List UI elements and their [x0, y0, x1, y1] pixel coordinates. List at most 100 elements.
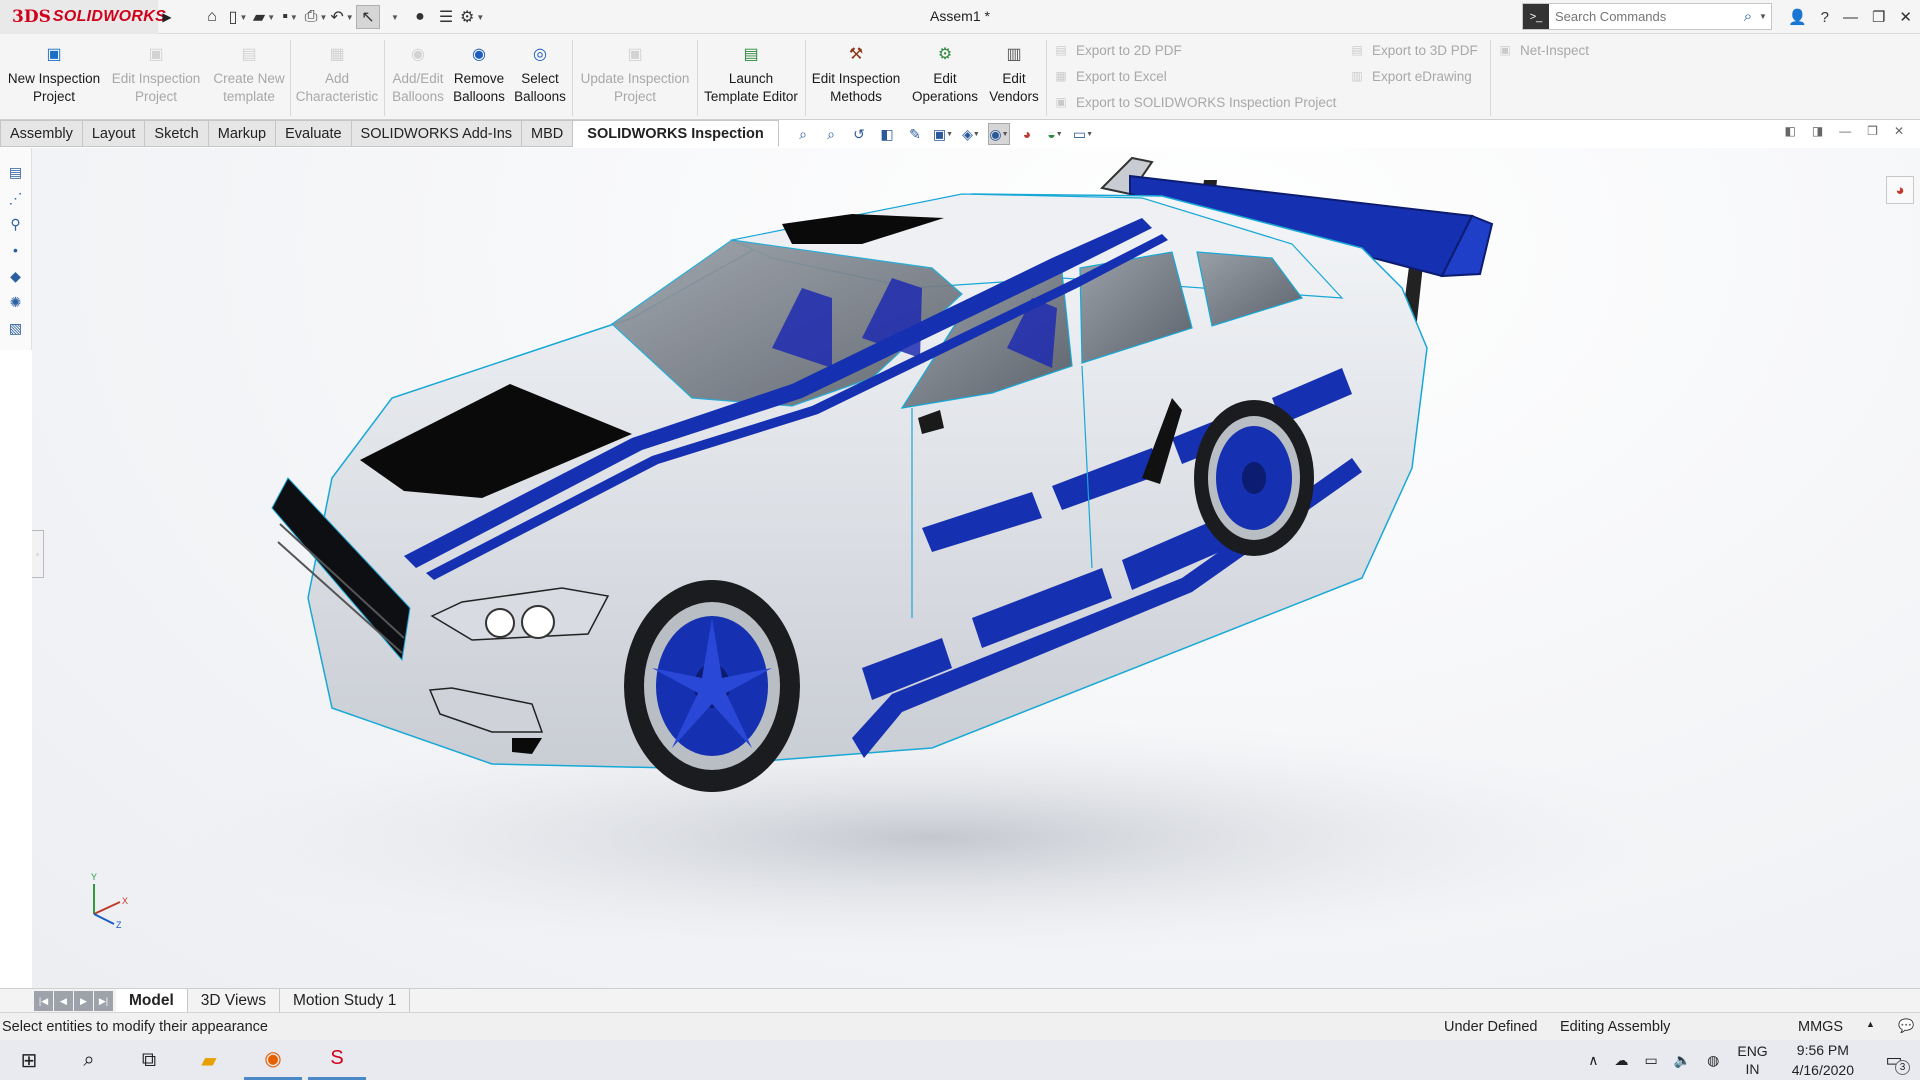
view-orientation-icon[interactable]: ▣ ▼	[932, 123, 954, 145]
add-characteristic-button[interactable]: ▦ Add Characteristic	[294, 38, 380, 116]
car-assembly-model[interactable]	[32, 148, 1920, 988]
tab-mbd[interactable]: MBD	[522, 120, 574, 147]
panel-collapse-handle[interactable]: ◦	[32, 530, 44, 578]
file-explorer-icon[interactable]: ▰	[180, 1040, 238, 1080]
first-tab-icon[interactable]: |◀	[34, 991, 53, 1011]
traffic-light-icon[interactable]: ●	[408, 5, 432, 29]
edit-inspection-project-button[interactable]: ▣ Edit Inspection Project	[108, 38, 204, 116]
select-pointer-icon[interactable]: ↖	[356, 5, 380, 29]
edit-vendors-button[interactable]: ▥ Edit Vendors	[984, 38, 1044, 116]
inspection-manager-icon[interactable]: ▧	[5, 318, 27, 338]
tab-motion-study[interactable]: Motion Study 1	[280, 989, 411, 1013]
search-commands-box[interactable]: >_ ⌕ ▼	[1522, 3, 1772, 30]
network-globe-icon[interactable]: ◍	[1699, 1052, 1727, 1069]
tab-assembly[interactable]: Assembly	[0, 120, 83, 147]
tab-evaluate[interactable]: Evaluate	[276, 120, 352, 147]
export-edrawing-button[interactable]: ▥ Export eDrawing	[1348, 65, 1471, 87]
new-inspection-project-button[interactable]: ▣ New Inspection Project	[4, 38, 104, 116]
add-edit-balloons-button[interactable]: ◉ Add/Edit Balloons	[388, 38, 448, 116]
tab-solidworks-addins[interactable]: SOLIDWORKS Add-Ins	[351, 120, 523, 147]
windows-start-icon[interactable]: ⊞	[0, 1040, 58, 1080]
menu-expand-arrow-icon[interactable]: ▶	[158, 0, 176, 34]
firefox-icon[interactable]: ◉	[244, 1040, 302, 1080]
unit-system[interactable]: MMGS	[1798, 1019, 1843, 1035]
tab-3d-views[interactable]: 3D Views	[188, 989, 280, 1013]
display-style-icon[interactable]: ◈ ▼	[960, 123, 982, 145]
battery-icon[interactable]: ▭	[1636, 1052, 1665, 1069]
export-3d-pdf-button[interactable]: ▤ Export to 3D PDF	[1348, 39, 1477, 61]
search-icon[interactable]: ⌕	[1737, 8, 1759, 25]
hide-show-items-icon[interactable]: ◉ ▼	[988, 123, 1010, 145]
tab-solidworks-inspection[interactable]: SOLIDWORKS Inspection	[573, 120, 779, 147]
close-icon[interactable]: ✕	[1899, 8, 1912, 26]
dimxpert-icon[interactable]: •	[5, 240, 27, 260]
dynamic-annotation-icon[interactable]: ✎	[904, 123, 926, 145]
tab-model[interactable]: Model	[116, 989, 188, 1013]
user-icon[interactable]: 👤	[1788, 8, 1807, 26]
viewport-close-icon[interactable]: ✕	[1894, 124, 1904, 138]
tab-layout[interactable]: Layout	[82, 120, 146, 147]
net-inspect-button[interactable]: ▣ Net-Inspect	[1496, 39, 1589, 61]
tile-right-icon[interactable]: ◨	[1812, 124, 1823, 138]
save-icon[interactable]: ▪ ▼	[278, 5, 302, 29]
front-wheel[interactable]	[624, 580, 800, 792]
remove-balloons-button[interactable]: ◉ Remove Balloons	[450, 38, 508, 116]
home-icon[interactable]: ⌂	[200, 5, 224, 29]
export-sw-inspection-button[interactable]: ▣ Export to SOLIDWORKS Inspection Projec…	[1052, 91, 1336, 113]
search-dropdown-icon[interactable]: ▼	[1759, 12, 1771, 21]
tray-expand-icon[interactable]: ∧	[1580, 1052, 1606, 1069]
taskbar-search-icon[interactable]: ⌕	[60, 1040, 118, 1080]
cam-manager-icon[interactable]: ✺	[5, 292, 27, 312]
tab-markup[interactable]: Markup	[208, 120, 277, 147]
previous-view-icon[interactable]: ↺	[848, 123, 870, 145]
tab-sketch[interactable]: Sketch	[145, 120, 209, 147]
view-settings-icon[interactable]: ▭ ▼	[1072, 123, 1094, 145]
edit-appearance-icon[interactable]: ◕	[1016, 123, 1038, 145]
solidworks-taskbar-icon[interactable]: S	[308, 1040, 366, 1080]
section-view-icon[interactable]: ◧	[876, 123, 898, 145]
open-folder-icon[interactable]: ▰ ▼	[252, 5, 276, 29]
search-input[interactable]	[1549, 9, 1737, 24]
task-view-icon[interactable]: ⧉	[120, 1040, 178, 1080]
previous-tab-icon[interactable]: ◀	[54, 991, 73, 1011]
graphics-viewport[interactable]: ◕ Y X Z	[32, 148, 1920, 988]
zoom-to-area-icon[interactable]: ⌕	[820, 123, 842, 145]
appearance-palette-icon[interactable]: ◕	[1886, 176, 1914, 204]
update-inspection-project-button[interactable]: ▣ Update Inspection Project	[576, 38, 694, 116]
new-document-icon[interactable]: ▯ ▼	[226, 5, 250, 29]
select-balloons-button[interactable]: ◎ Select Balloons	[512, 38, 568, 116]
apply-scene-icon[interactable]: ◒ ▼	[1044, 123, 1066, 145]
solidworks-logo[interactable]: 3DS SOLIDWORKS	[0, 0, 166, 34]
undo-icon[interactable]: ↶ ▼	[330, 5, 354, 29]
configuration-manager-icon[interactable]: ⚲	[5, 214, 27, 234]
next-tab-icon[interactable]: ▶	[74, 991, 93, 1011]
launch-template-editor-button[interactable]: ▤ Launch Template Editor	[700, 38, 802, 116]
unit-system-caret-icon[interactable]: ▲	[1866, 1019, 1875, 1029]
last-tab-icon[interactable]: ▶|	[94, 991, 113, 1011]
edit-operations-button[interactable]: ⚙ Edit Operations	[908, 38, 982, 116]
viewport-restore-icon[interactable]: ❐	[1867, 124, 1878, 138]
onedrive-icon[interactable]: ☁	[1606, 1052, 1636, 1069]
print-icon[interactable]: ⎙ ▼	[304, 5, 328, 29]
viewport-minimize-icon[interactable]: —	[1839, 124, 1851, 138]
help-icon[interactable]: ?	[1821, 9, 1829, 26]
create-new-template-button[interactable]: ▤ Create New template	[206, 38, 292, 116]
zoom-to-fit-icon[interactable]: ⌕	[792, 123, 814, 145]
tile-left-icon[interactable]: ◧	[1784, 124, 1795, 138]
action-center-icon[interactable]: ▭ 3	[1868, 1050, 1920, 1075]
edit-inspection-methods-button[interactable]: ⚒ Edit Inspection Methods	[808, 38, 904, 116]
minimize-icon[interactable]: —	[1843, 9, 1858, 26]
options-gear-icon[interactable]: ⚙ ▼	[460, 5, 484, 29]
export-2d-pdf-button[interactable]: ▤ Export to 2D PDF	[1052, 39, 1181, 61]
display-manager-icon[interactable]: ◆	[5, 266, 27, 286]
language-indicator[interactable]: ENG IN	[1727, 1042, 1777, 1078]
restore-icon[interactable]: ❐	[1872, 8, 1885, 26]
rear-wheel[interactable]	[1194, 400, 1314, 556]
volume-icon[interactable]: 🔈	[1666, 1052, 1699, 1069]
select-dropdown-icon[interactable]: ▼	[382, 5, 406, 29]
taskbar-clock[interactable]: 9:56 PM 4/16/2020	[1778, 1040, 1868, 1080]
property-manager-icon[interactable]: ⋰	[5, 188, 27, 208]
file-properties-icon[interactable]: ☰	[434, 5, 458, 29]
feature-tree-icon[interactable]: ▤	[5, 162, 27, 182]
export-excel-button[interactable]: ▦ Export to Excel	[1052, 65, 1166, 87]
